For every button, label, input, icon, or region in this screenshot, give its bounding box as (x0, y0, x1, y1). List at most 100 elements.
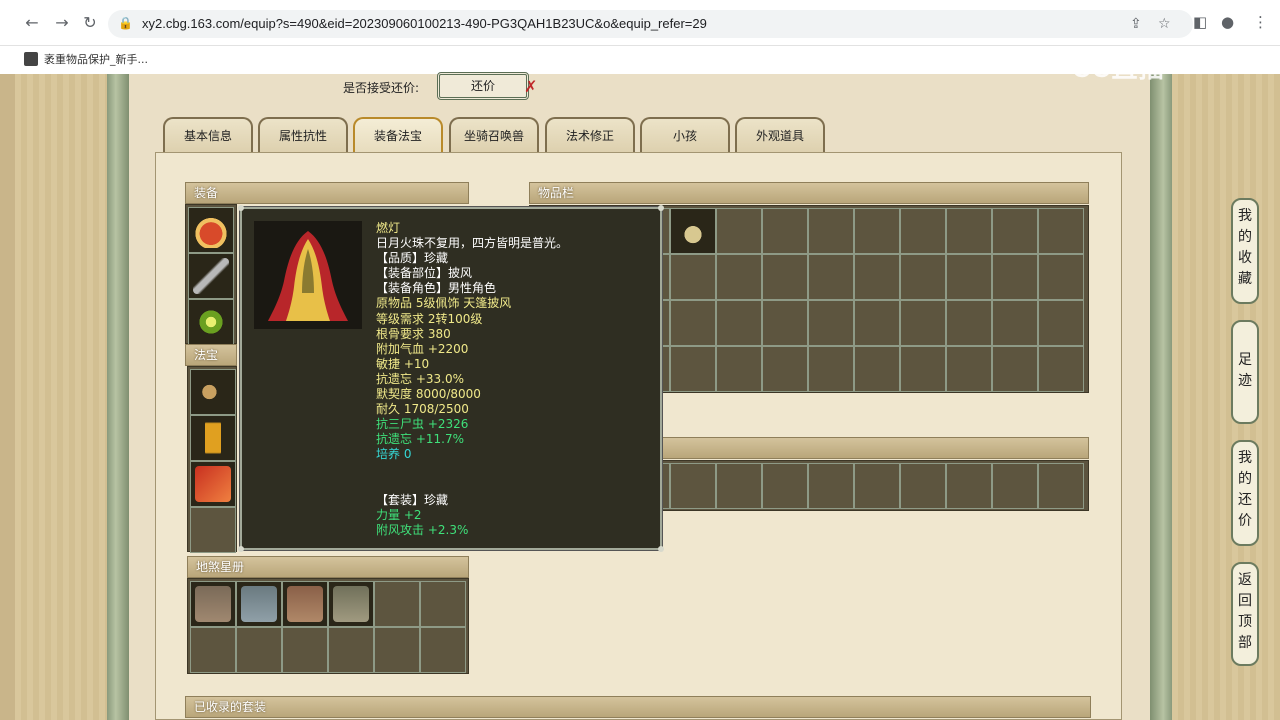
disha-slot[interactable] (236, 627, 282, 673)
inventory-slot[interactable] (946, 346, 992, 392)
storage-slot[interactable] (854, 463, 900, 509)
my-favorites-button[interactable]: 我的收藏 (1231, 198, 1259, 304)
inventory-slot[interactable] (1038, 300, 1084, 346)
inventory-slot[interactable] (992, 208, 1038, 254)
equipment-header: 装备 (185, 182, 469, 204)
disha-slot[interactable] (328, 627, 374, 673)
inventory-slot[interactable] (670, 346, 716, 392)
inventory-slot[interactable] (716, 254, 762, 300)
star-icon[interactable]: ☆ (1158, 16, 1171, 32)
storage-slot[interactable] (992, 463, 1038, 509)
storage-slot[interactable] (670, 463, 716, 509)
inventory-slot[interactable] (762, 208, 808, 254)
inventory-slot[interactable] (808, 300, 854, 346)
inventory-item-icon (333, 586, 369, 622)
inventory-slot[interactable] (854, 300, 900, 346)
tab-children[interactable]: 小孩 (640, 117, 730, 153)
equip-slot-weapon[interactable] (188, 253, 234, 299)
fabao-slot-3[interactable] (190, 461, 236, 507)
inventory-slot[interactable] (854, 208, 900, 254)
tooltip-line: 燃灯 (376, 221, 401, 235)
inventory-slot[interactable] (808, 254, 854, 300)
fabao-slot-1[interactable] (190, 369, 236, 415)
forward-icon[interactable]: → (52, 13, 72, 33)
my-offers-button[interactable]: 我的还价 (1231, 440, 1259, 546)
tooltip-text: 燃灯 日月火珠不复用，四方皆明是普光。 【品质】珍藏 【装备部位】披风 【装备角色】男性… (376, 221, 568, 538)
inventory-slot[interactable] (716, 346, 762, 392)
share-icon[interactable]: ⇪ (1130, 16, 1142, 32)
bookmark-item[interactable]: 袤重物品保护_新手... (24, 51, 148, 67)
inventory-slot[interactable] (992, 300, 1038, 346)
menu-icon[interactable]: ⋮ (1253, 13, 1268, 31)
fabao-slot-empty[interactable] (190, 507, 236, 553)
tab-spell-mods[interactable]: 法术修正 (545, 117, 635, 153)
disha-slot[interactable] (374, 581, 420, 627)
inventory-slot[interactable] (762, 346, 808, 392)
disha-slot[interactable] (236, 581, 282, 627)
inventory-slot[interactable] (900, 208, 946, 254)
inventory-slot[interactable] (670, 254, 716, 300)
inventory-slot[interactable] (1038, 254, 1084, 300)
tooltip-line: 敏捷 +10 (376, 356, 430, 371)
inventory-item-icon (195, 586, 231, 622)
tooltip-line: 抗遗忘 +33.0% (376, 371, 464, 386)
fabao-tower-icon (205, 420, 221, 456)
weapon-item-icon (193, 258, 229, 294)
inventory-slot[interactable] (1038, 346, 1084, 392)
storage-slot[interactable] (946, 463, 992, 509)
footprints-button[interactable]: 足迹 (1231, 320, 1259, 424)
tab-equipment[interactable]: 装备法宝 (353, 117, 443, 153)
tooltip-line: 耐久 1708/2500 (376, 402, 469, 417)
inventory-slot[interactable] (946, 254, 992, 300)
inventory-slot[interactable] (670, 208, 716, 254)
disha-slot[interactable] (190, 627, 236, 673)
inventory-slot[interactable] (716, 208, 762, 254)
tab-basic-info[interactable]: 基本信息 (163, 117, 253, 153)
back-to-top-button[interactable]: 返回顶部 (1231, 562, 1259, 666)
tooltip-line (376, 478, 568, 493)
disha-slot[interactable] (374, 627, 420, 673)
lock-icon: 🔒 (118, 16, 133, 30)
storage-slot[interactable] (808, 463, 854, 509)
sidepanel-icon[interactable]: ◧ (1193, 13, 1207, 31)
inventory-slot[interactable] (670, 300, 716, 346)
inventory-slot[interactable] (762, 254, 808, 300)
disha-slot[interactable] (282, 627, 328, 673)
inventory-slot[interactable] (992, 254, 1038, 300)
inventory-slot[interactable] (808, 346, 854, 392)
fabao-slot-2[interactable] (190, 415, 236, 461)
storage-slot[interactable] (900, 463, 946, 509)
tab-appearance[interactable]: 外观道具 (735, 117, 825, 153)
equip-slot-cloak[interactable] (188, 207, 234, 253)
inventory-slot[interactable] (762, 300, 808, 346)
profile-icon[interactable]: ● (1221, 13, 1234, 31)
inventory-slot[interactable] (900, 346, 946, 392)
counter-offer-button[interactable]: 还价 (437, 72, 529, 100)
reload-icon[interactable]: ↻ (80, 13, 100, 33)
disha-slot[interactable] (420, 627, 466, 673)
inventory-slot[interactable] (716, 300, 762, 346)
back-icon[interactable]: ← (22, 13, 42, 33)
inventory-slot[interactable] (946, 300, 992, 346)
inventory-slot[interactable] (854, 346, 900, 392)
storage-slot[interactable] (716, 463, 762, 509)
tab-mounts-pets[interactable]: 坐骑召唤兽 (449, 117, 539, 153)
tab-attributes[interactable]: 属性抗性 (258, 117, 348, 153)
inventory-slot[interactable] (854, 254, 900, 300)
storage-slot[interactable] (1038, 463, 1084, 509)
inventory-slot[interactable] (946, 208, 992, 254)
storage-slot[interactable] (762, 463, 808, 509)
inventory-slot[interactable] (900, 300, 946, 346)
disha-slot[interactable] (328, 581, 374, 627)
inventory-slot[interactable] (808, 208, 854, 254)
fabao-header: 法宝 (185, 344, 237, 366)
inventory-slot[interactable] (992, 346, 1038, 392)
equip-slot-ring[interactable] (188, 299, 234, 345)
inventory-slot[interactable] (900, 254, 946, 300)
inventory-slot[interactable] (1038, 208, 1084, 254)
left-decor (15, 74, 107, 720)
disha-slot[interactable] (190, 581, 236, 627)
address-bar[interactable]: 🔒 xy2.cbg.163.com/equip?s=490&eid=202309… (108, 10, 1193, 38)
disha-slot[interactable] (282, 581, 328, 627)
disha-slot[interactable] (420, 581, 466, 627)
